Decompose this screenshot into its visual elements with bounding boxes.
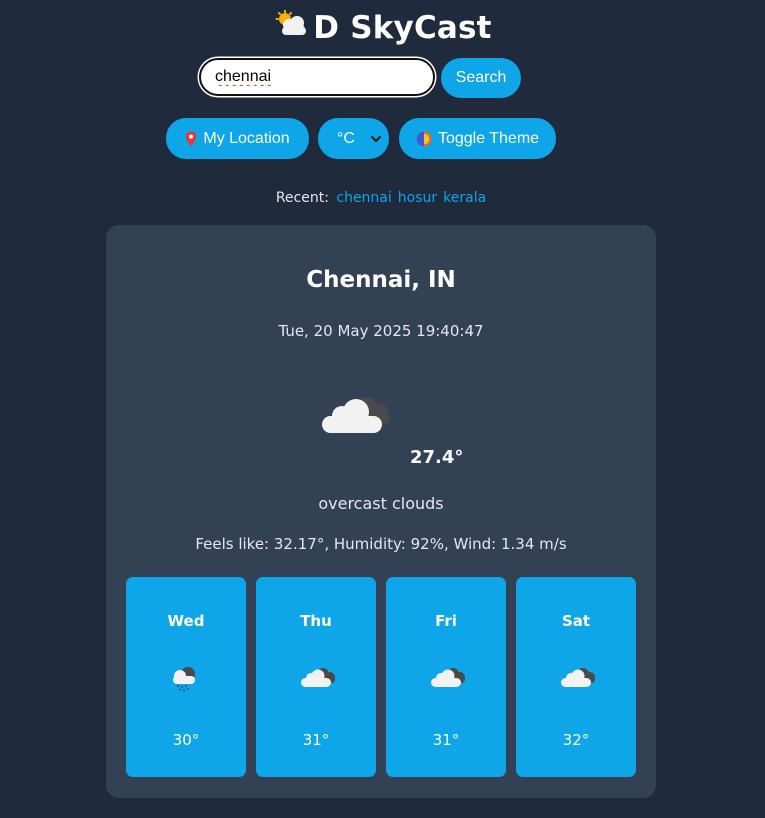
- recent-searches: Recent: chennai hosur kerala: [0, 190, 765, 206]
- app-title-text: D SkyCast: [313, 10, 492, 46]
- current-temperature: 27.4°: [410, 447, 464, 468]
- forecast-temp: 32°: [562, 731, 590, 749]
- forecast-day: Sat: [561, 612, 591, 630]
- forecast-row: Wed 30° Thu 31° Fri 31° Sat 32°: [126, 577, 636, 777]
- recent-label: Recent:: [275, 190, 329, 206]
- city-name: Chennai, IN: [306, 267, 456, 293]
- weather-card: Chennai, IN Tue, 20 May 2025 19:40:47 27…: [106, 225, 656, 798]
- toggle-theme-label: Toggle Theme: [437, 129, 540, 147]
- half-moon-icon: [416, 131, 432, 147]
- sun-behind-cloud-icon: [273, 6, 307, 46]
- search-input[interactable]: [199, 58, 435, 96]
- my-location-label: My Location: [203, 129, 290, 147]
- forecast-temp: 30°: [172, 731, 200, 749]
- chevron-down-icon: [370, 132, 382, 150]
- my-location-button[interactable]: My Location: [166, 118, 309, 159]
- toggle-theme-button[interactable]: Toggle Theme: [399, 118, 556, 159]
- forecast-day: Wed: [167, 612, 205, 630]
- skycast-app: D SkyCast Search My Location °C: [0, 0, 765, 818]
- rain-cloud-icon: [170, 665, 200, 695]
- app-title: D SkyCast: [0, 8, 765, 50]
- forecast-card: Sat 32°: [516, 577, 636, 777]
- recent-item-kerala[interactable]: kerala: [443, 190, 486, 206]
- forecast-temp: 31°: [302, 731, 330, 749]
- cloud-icon: [560, 665, 596, 693]
- pin-icon: [185, 131, 197, 147]
- local-datetime: Tue, 20 May 2025 19:40:47: [278, 322, 484, 340]
- forecast-temp: 31°: [432, 731, 460, 749]
- forecast-card: Thu 31°: [256, 577, 376, 777]
- forecast-day: Thu: [300, 612, 332, 630]
- cloud-icon: [300, 665, 336, 693]
- search-button[interactable]: Search: [441, 58, 521, 98]
- forecast-card: Fri 31°: [386, 577, 506, 777]
- weather-description: overcast clouds: [318, 494, 444, 513]
- overcast-clouds-icon: [320, 390, 392, 442]
- unit-select[interactable]: °C: [318, 118, 389, 159]
- cloud-icon: [430, 665, 466, 693]
- unit-select-value: °C: [337, 129, 355, 147]
- forecast-day: Fri: [435, 612, 457, 630]
- recent-item-chennai[interactable]: chennai: [336, 190, 391, 206]
- recent-item-hosur[interactable]: hosur: [398, 190, 437, 206]
- weather-details: Feels like: 32.17°, Humidity: 92%, Wind:…: [195, 535, 567, 553]
- forecast-card: Wed 30°: [126, 577, 246, 777]
